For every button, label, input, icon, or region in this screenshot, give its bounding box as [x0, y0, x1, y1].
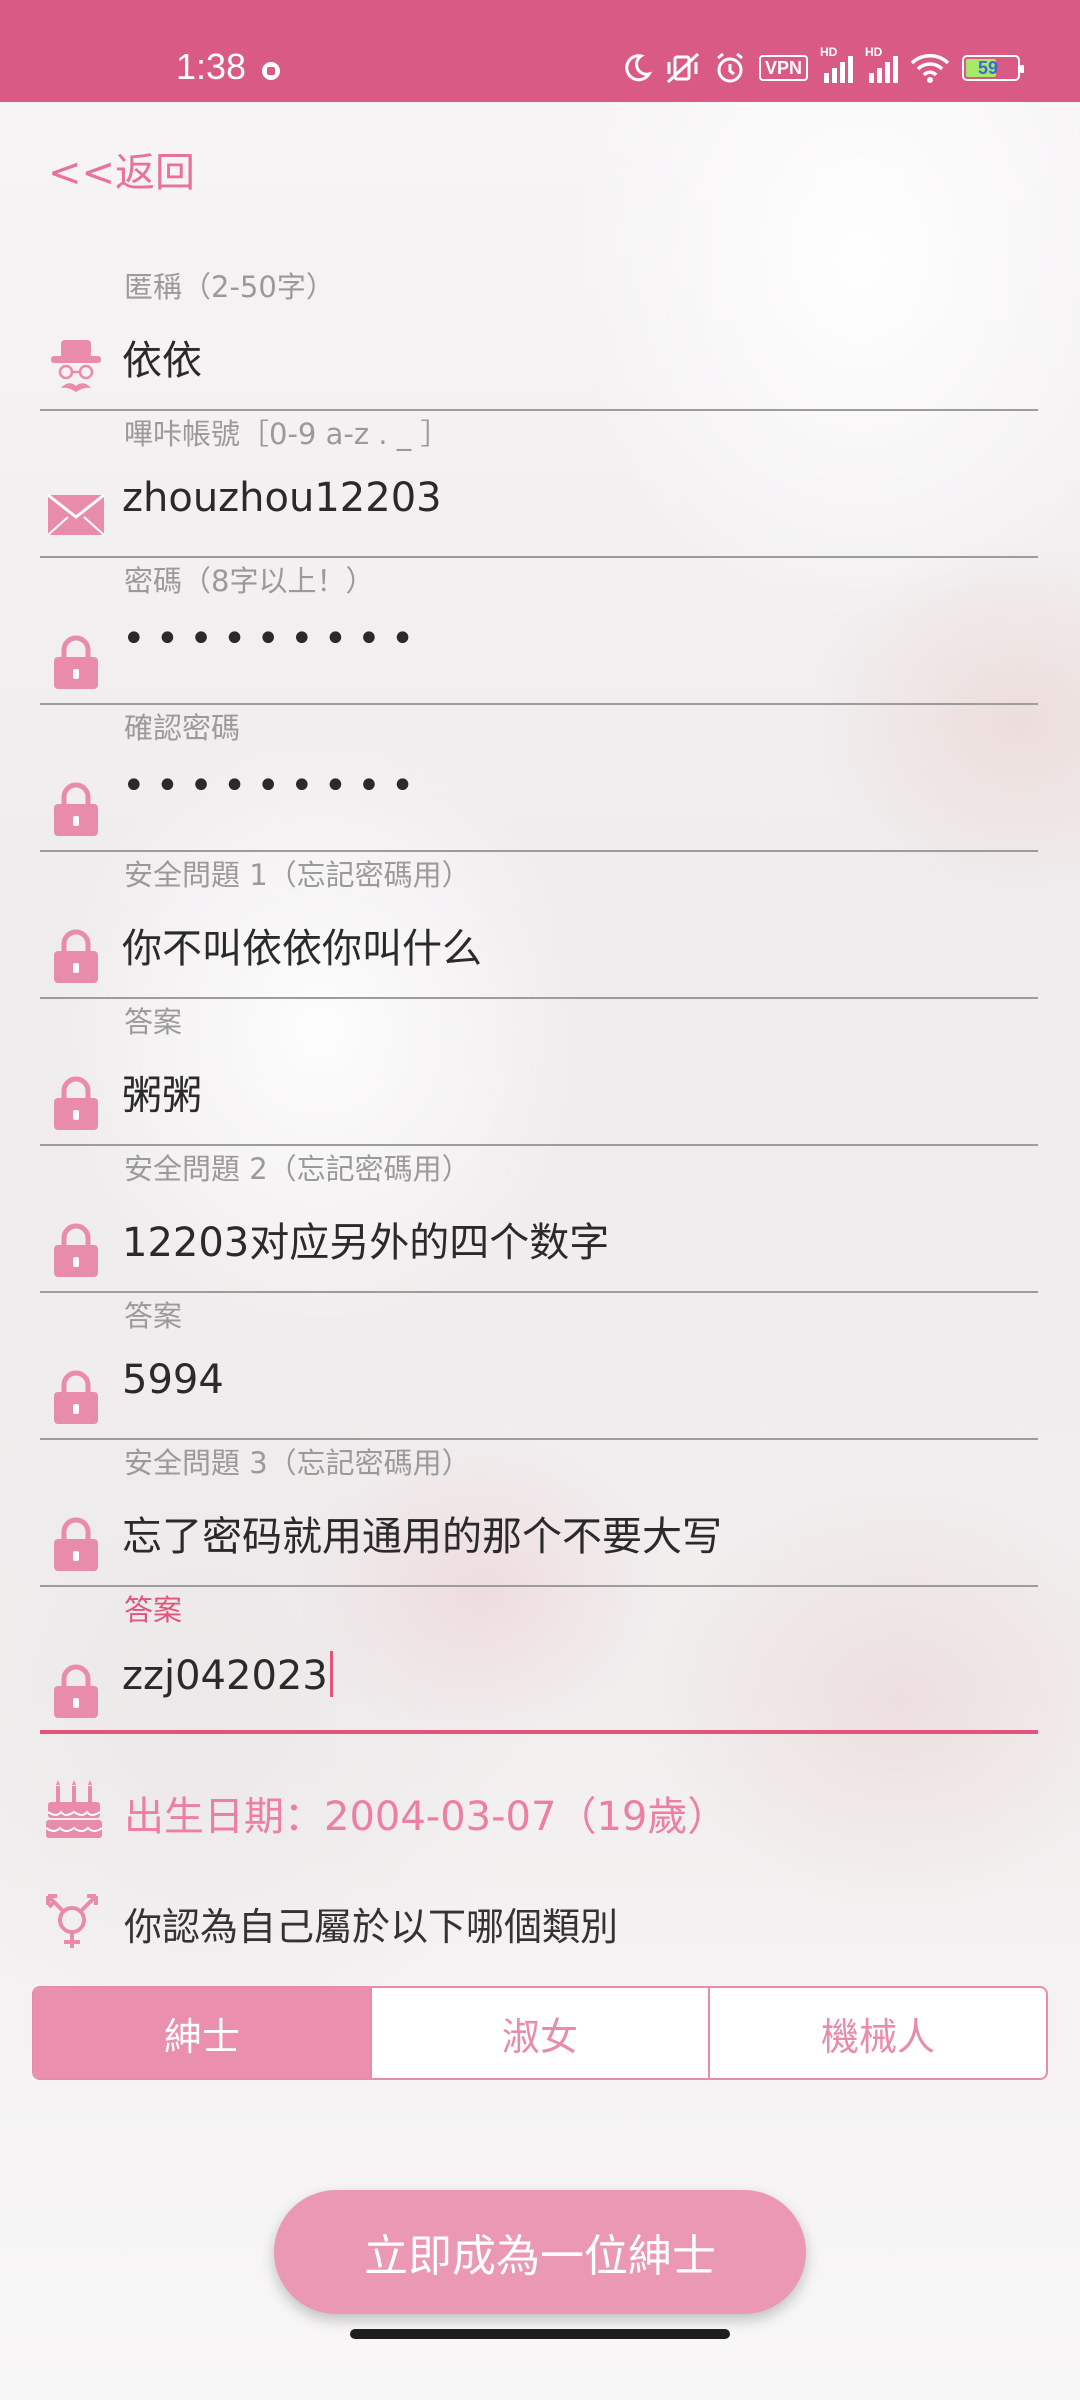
answer-1-field[interactable]: 答案 粥粥 [40, 999, 1038, 1146]
field-underline-focused [40, 1730, 1038, 1734]
gender-selector: 紳士 淑女 機械人 [32, 1986, 1048, 2080]
lock-icon [46, 779, 106, 839]
vpn-badge: VPN [758, 55, 808, 81]
back-button[interactable]: <<返回 [48, 140, 195, 198]
field-label: 嗶咔帳號［0-9 a-z . _ ］ [124, 417, 450, 451]
status-bar: 1:38 VPN HD HD 59 [0, 0, 1080, 102]
vibrate-off-icon [665, 50, 701, 86]
gentleman-icon [46, 338, 106, 398]
lock-icon [46, 1073, 106, 1133]
nickname-field[interactable]: 匿稱（2-50字） 依依 [40, 264, 1038, 411]
security-question-1-input[interactable]: 你不叫依依你叫什么 [122, 916, 482, 974]
gender-option-robot[interactable]: 機械人 [710, 1988, 1046, 2078]
security-question-2-input[interactable]: 12203对应另外的四个数字 [122, 1210, 609, 1268]
field-label: 匿稱（2-50字） [124, 270, 335, 304]
birthday-text: 出生日期：2004-03-07（19歲） [124, 1794, 728, 1840]
field-label: 答案 [124, 1005, 183, 1039]
field-label: 答案 [124, 1593, 183, 1627]
field-label: 安全問題 1（忘記密碼用） [124, 858, 471, 892]
answer-2-field[interactable]: 答案 5994 [40, 1293, 1038, 1440]
lock-icon [46, 632, 106, 692]
lock-icon [46, 926, 106, 986]
gender-icon [40, 1890, 104, 1958]
field-label: 答案 [124, 1299, 183, 1333]
account-field[interactable]: 嗶咔帳號［0-9 a-z . _ ］ zhouzhou12203 [40, 411, 1038, 558]
gender-question-text: 你認為自己屬於以下哪個類別 [124, 1905, 619, 1949]
field-label: 安全問題 2（忘記密碼用） [124, 1152, 471, 1186]
battery-icon: 59 [962, 55, 1024, 81]
lock-icon [46, 1661, 106, 1721]
gender-option-lady[interactable]: 淑女 [372, 1988, 710, 2078]
account-input[interactable]: zhouzhou12203 [122, 475, 442, 521]
lock-icon [46, 1220, 106, 1280]
lock-icon [46, 1514, 106, 1574]
wifi-icon [910, 50, 950, 86]
status-time: 1:38 [176, 46, 247, 87]
answer-3-text: zzj042023 [122, 1653, 328, 1699]
security-question-1-field[interactable]: 安全問題 1（忘記密碼用） 你不叫依依你叫什么 [40, 852, 1038, 999]
answer-3-input[interactable]: zzj042023 [122, 1651, 333, 1699]
confirm-password-input[interactable]: ••••••••• [122, 763, 424, 809]
confirm-password-field[interactable]: 確認密碼 ••••••••• [40, 705, 1038, 852]
home-indicator[interactable] [350, 2329, 730, 2339]
answer-3-field[interactable]: 答案 zzj042023 [40, 1587, 1038, 1734]
signal-icon: HD [820, 45, 853, 83]
envelope-icon [46, 485, 106, 545]
signal-icon-2: HD [865, 45, 898, 83]
status-icons: VPN HD HD 59 [621, 45, 1024, 88]
security-question-3-input[interactable]: 忘了密码就用通用的那个不要大写 [122, 1504, 722, 1562]
gender-question: 你認為自己屬於以下哪個類別 [40, 1890, 1038, 1960]
register-button[interactable]: 立即成為一位紳士 [274, 2190, 806, 2314]
birthday-row[interactable]: 出生日期：2004-03-07（19歲） [40, 1778, 1038, 1848]
nickname-input[interactable]: 依依 [122, 328, 202, 386]
lock-icon [46, 1367, 106, 1427]
field-label: 密碼（8字以上！） [124, 564, 375, 598]
notification-icon [262, 62, 280, 80]
security-question-2-field[interactable]: 安全問題 2（忘記密碼用） 12203对应另外的四个数字 [40, 1146, 1038, 1293]
cake-icon [44, 1780, 104, 1846]
text-caret [329, 1651, 333, 1697]
password-field[interactable]: 密碼（8字以上！） ••••••••• [40, 558, 1038, 705]
password-input[interactable]: ••••••••• [122, 616, 424, 662]
moon-icon [621, 50, 653, 86]
alarm-icon [713, 50, 747, 86]
answer-2-input[interactable]: 5994 [122, 1357, 224, 1403]
security-question-3-field[interactable]: 安全問題 3（忘記密碼用） 忘了密码就用通用的那个不要大写 [40, 1440, 1038, 1587]
answer-1-input[interactable]: 粥粥 [122, 1063, 202, 1121]
field-label: 確認密碼 [124, 711, 241, 745]
field-label: 安全問題 3（忘記密碼用） [124, 1446, 471, 1480]
gender-option-gentleman[interactable]: 紳士 [34, 1988, 372, 2078]
